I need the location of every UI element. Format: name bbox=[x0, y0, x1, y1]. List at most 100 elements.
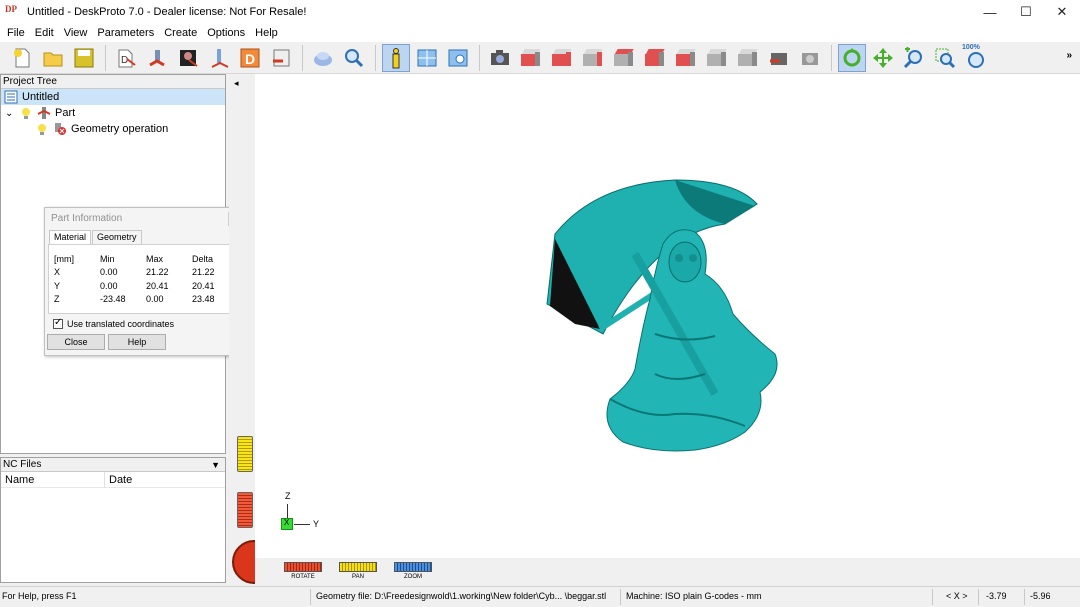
lightbulb-icon[interactable] bbox=[19, 106, 33, 120]
pan-mode-button[interactable] bbox=[869, 44, 897, 72]
part-information-dialog: Part Information Material Geometry [mm] … bbox=[44, 207, 245, 356]
translated-coordinates-row: Use translated coordinates bbox=[45, 315, 244, 333]
view-back-button[interactable] bbox=[579, 44, 607, 72]
new-project-button[interactable] bbox=[8, 44, 36, 72]
view-bottom-button[interactable] bbox=[672, 44, 700, 72]
project-icon bbox=[4, 90, 18, 104]
help-button[interactable]: Help bbox=[108, 334, 166, 350]
tab-material[interactable]: Material bbox=[49, 230, 92, 244]
rotate-label: ROTATE bbox=[291, 574, 315, 580]
menu-edit[interactable]: Edit bbox=[30, 27, 59, 39]
status-separator bbox=[620, 589, 621, 605]
tab-geometry[interactable]: Geometry bbox=[92, 230, 142, 244]
zoom-dial[interactable] bbox=[394, 562, 432, 572]
nc-files-columns: Name Date bbox=[1, 471, 225, 488]
tree-item-geometry-operation[interactable]: Geometry operation bbox=[1, 121, 225, 137]
menu-parameters[interactable]: Parameters bbox=[92, 27, 159, 39]
next-view-button[interactable] bbox=[796, 44, 824, 72]
camera-icon bbox=[491, 49, 509, 65]
app-logo-icon: DP bbox=[5, 4, 21, 20]
status-help: For Help, press F1 bbox=[2, 591, 77, 601]
export-button[interactable] bbox=[267, 44, 295, 72]
menu-help[interactable]: Help bbox=[250, 27, 283, 39]
dialog-title-bar[interactable]: Part Information bbox=[45, 208, 244, 230]
lightbulb-icon[interactable] bbox=[35, 122, 49, 136]
toolbar-separator bbox=[375, 44, 376, 71]
tool-button[interactable] bbox=[205, 44, 233, 72]
drawing-button[interactable]: D bbox=[236, 44, 264, 72]
tree-label-geometry-operation: Geometry operation bbox=[71, 123, 169, 135]
tilt-dial-yellow[interactable] bbox=[237, 436, 253, 472]
rotate-icon bbox=[843, 47, 861, 66]
rotate-dial[interactable] bbox=[284, 562, 322, 572]
camera-view-button[interactable] bbox=[486, 44, 514, 72]
toolbar: D D 100% bbox=[0, 42, 1080, 74]
menu-file[interactable]: File bbox=[2, 27, 30, 39]
view-top-button[interactable] bbox=[641, 44, 669, 72]
menu-options[interactable]: Options bbox=[202, 27, 250, 39]
save-project-button[interactable] bbox=[70, 44, 98, 72]
split-view-button[interactable] bbox=[413, 44, 441, 72]
view-back-icon bbox=[583, 48, 603, 67]
menu-bar: File Edit View Parameters Create Options… bbox=[0, 24, 1080, 42]
part-parameters-icon bbox=[149, 49, 165, 66]
part-info-button[interactable] bbox=[382, 43, 410, 72]
previous-view-button[interactable] bbox=[765, 44, 793, 72]
minimize-button[interactable]: — bbox=[972, 0, 1008, 24]
axis-origin-box: X bbox=[281, 518, 293, 530]
nc-files-panel: NC Files ▼ Name Date bbox=[0, 457, 226, 583]
tree-item-part[interactable]: ⌄ Part bbox=[1, 105, 225, 121]
view-front-button[interactable] bbox=[517, 44, 545, 72]
toolbar-separator bbox=[105, 44, 106, 71]
part-parameters-button[interactable] bbox=[143, 44, 171, 72]
toolbar-separator bbox=[831, 44, 832, 71]
title-bar: DP Untitled - DeskProto 7.0 - Dealer lic… bbox=[0, 0, 1080, 24]
expand-icon[interactable]: ⌄ bbox=[5, 108, 17, 119]
inspect-button[interactable] bbox=[340, 44, 368, 72]
bitmap-button[interactable] bbox=[174, 44, 202, 72]
3d-viewport[interactable] bbox=[255, 74, 1080, 558]
table-header-min: Min bbox=[100, 253, 115, 264]
status-bar: For Help, press F1 Geometry file: D:\Fre… bbox=[0, 586, 1080, 607]
view-left-button[interactable] bbox=[610, 44, 638, 72]
collapse-panel-icon[interactable]: ◂ bbox=[234, 78, 239, 89]
zoom-100-button[interactable]: 100% bbox=[962, 44, 990, 72]
open-folder-icon bbox=[43, 52, 63, 66]
pan-dial[interactable] bbox=[339, 562, 377, 572]
nc-files-dropdown-icon[interactable]: ▼ bbox=[211, 458, 220, 472]
open-project-button[interactable] bbox=[39, 44, 67, 72]
tilt-dial-red[interactable] bbox=[237, 492, 253, 528]
axis-z-label: Z bbox=[285, 491, 291, 501]
translated-coordinates-checkbox[interactable] bbox=[53, 317, 63, 329]
view-right-icon bbox=[552, 48, 572, 67]
row-max: 20.41 bbox=[146, 280, 169, 291]
menu-create[interactable]: Create bbox=[159, 27, 202, 39]
close-dialog-button[interactable]: Close bbox=[47, 334, 105, 350]
toolbar-overflow-button[interactable]: » bbox=[1066, 50, 1072, 61]
column-name[interactable]: Name bbox=[1, 471, 105, 488]
menu-view[interactable]: View bbox=[59, 27, 93, 39]
project-tree-header: Project Tree bbox=[1, 75, 225, 89]
tree-item-untitled[interactable]: Untitled bbox=[1, 89, 225, 105]
rotate-mode-button[interactable] bbox=[838, 43, 866, 72]
row-max: 0.00 bbox=[146, 294, 164, 305]
column-date[interactable]: Date bbox=[105, 472, 225, 488]
view-iso2-button[interactable] bbox=[734, 44, 762, 72]
view-right-button[interactable] bbox=[548, 44, 576, 72]
maximize-button[interactable]: ☐ bbox=[1008, 0, 1044, 24]
zoom-window-button[interactable] bbox=[931, 44, 959, 72]
zoom-mode-button[interactable] bbox=[900, 44, 928, 72]
nc-files-header: NC Files ▼ bbox=[1, 458, 225, 472]
view-iso-button[interactable] bbox=[703, 44, 731, 72]
window-view-button[interactable] bbox=[444, 44, 472, 72]
status-separator bbox=[978, 589, 979, 605]
table-row: Y 0.00 20.41 20.41 bbox=[54, 279, 215, 293]
status-axis-toggle[interactable]: < X > bbox=[946, 591, 968, 601]
window-controls: — ☐ ✕ bbox=[972, 0, 1080, 24]
load-geometry-button[interactable]: D bbox=[112, 44, 140, 72]
dialog-title: Part Information bbox=[51, 213, 123, 224]
pan-label: PAN bbox=[352, 574, 364, 580]
shading-button[interactable] bbox=[309, 44, 337, 72]
row-axis: Z bbox=[54, 294, 60, 305]
close-button[interactable]: ✕ bbox=[1044, 0, 1080, 24]
